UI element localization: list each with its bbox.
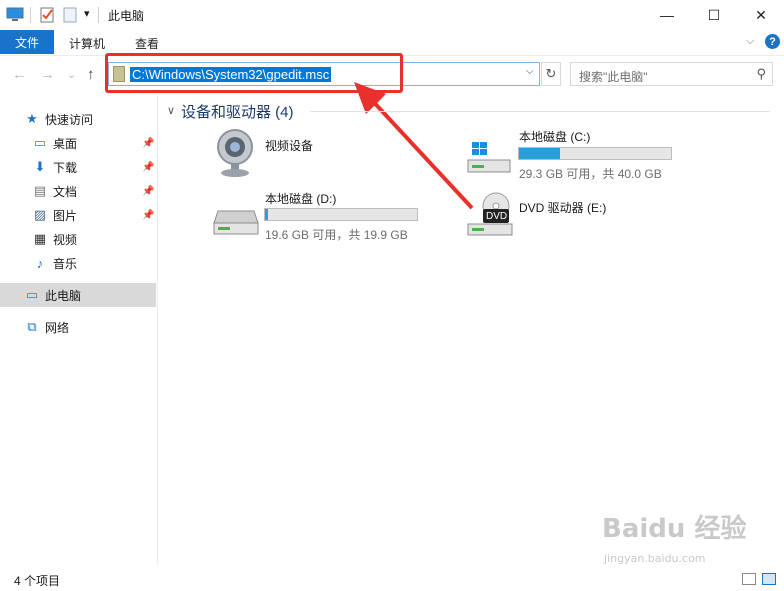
video-icon: ▦ [33,231,47,246]
sidebar-item-this-pc[interactable]: ▭ 此电脑 [0,283,156,307]
group-divider [310,111,770,112]
ribbon-tabs: 文件 计算机 查看 ⌵ ? [0,30,784,54]
device-disk-d[interactable]: 本地磁盘 (D:) 19.6 GB 可用，共 19.9 GB [212,189,432,244]
desktop-icon: ▭ [33,135,47,150]
device-name: 视频设备 [265,139,314,153]
device-disk-c[interactable]: 本地磁盘 (C:) 29.3 GB 可用，共 40.0 GB [466,128,686,183]
status-bar: 4 个项目 [0,566,784,591]
disk-usage-fill [519,148,561,159]
disk-usage-bar [518,147,672,160]
group-heading[interactable]: 设备和驱动器 (4) [181,101,294,122]
sidebar-item-desktop[interactable]: ▭ 桌面 📌 [0,131,156,155]
computer-icon: ▭ [25,287,39,302]
close-button[interactable]: ✕ [738,0,784,30]
search-input[interactable]: 搜索"此电脑" [579,68,648,85]
pin-icon[interactable]: 📌 [142,210,154,221]
window-title: 此电脑 [108,9,145,23]
sidebar-item-label: 网络 [45,320,70,335]
up-icon[interactable]: ↑ [87,66,95,83]
toolbar-separator [98,7,99,23]
back-icon[interactable]: ← [12,66,27,83]
star-icon: ★ [26,111,38,126]
download-icon: ⬇ [34,159,46,174]
sidebar-item-quick-access[interactable]: ★ 快速访问 [0,107,156,131]
sidebar-item-label: 快速访问 [45,112,94,127]
system-drive-icon [467,142,511,173]
disk-usage-bar [264,208,418,221]
sidebar-item-label: 文档 [53,184,78,199]
sidebar-item-network[interactable]: ⧉ 网络 [0,315,156,339]
sidebar-item-label: 桌面 [53,136,78,151]
title-bar: ▾ 此电脑 — ☐ ✕ [0,0,784,30]
tab-view[interactable]: 查看 [135,35,159,52]
disk-usage-fill [265,209,269,220]
computer-icon[interactable] [6,6,24,23]
music-icon: ♪ [36,255,44,271]
device-name: 本地磁盘 (D:) [265,192,337,206]
refresh-button[interactable]: ↻ [541,62,561,86]
sidebar-item-label: 音乐 [53,256,78,271]
toolbar-separator [30,7,31,23]
customize-toolbar-icon[interactable]: ▾ [84,7,90,24]
navigation-pane: ★ 快速访问 ▭ 桌面 📌 ⬇ 下载 📌 ▤ 文档 📌 ▨ 图片 📌 ▦ 视频 … [0,95,158,565]
item-count: 4 个项目 [14,574,61,588]
recent-locations-icon[interactable]: ⌄ [67,68,76,81]
tab-computer[interactable]: 计算机 [69,35,105,52]
sidebar-item-label: 下载 [53,160,78,175]
details-view-icon[interactable] [742,573,756,585]
picture-icon: ▨ [33,207,47,222]
watermark-logo: Baidu 经验 [602,514,747,544]
forward-icon[interactable]: → [40,66,55,83]
disk-free-space: 29.3 GB 可用，共 40.0 GB [519,167,662,181]
maximize-button[interactable]: ☐ [691,0,737,30]
device-name: DVD 驱动器 (E:) [519,201,607,215]
pin-icon[interactable]: 📌 [142,138,154,149]
device-dvd[interactable]: DVD DVD 驱动器 (E:) [466,192,666,244]
help-icon[interactable]: ? [765,34,780,49]
watermark-url: jingyan.baidu.com [604,552,706,565]
large-icons-view-icon[interactable] [762,573,776,585]
device-video[interactable]: 视频设备 [214,127,414,179]
webcam-icon [217,129,253,177]
pin-icon[interactable]: 📌 [142,162,154,173]
minimize-button[interactable]: — [644,0,690,30]
collapse-group-icon[interactable]: ∨ [167,104,175,117]
sidebar-item-label: 视频 [53,232,78,247]
device-name: 本地磁盘 (C:) [519,130,591,144]
sidebar-item-label: 此电脑 [45,288,82,303]
sidebar-item-music[interactable]: ♪ 音乐 [0,251,156,275]
sidebar-item-downloads[interactable]: ⬇ 下载 📌 [0,155,156,179]
pin-icon[interactable]: 📌 [142,186,154,197]
document-icon: ▤ [33,183,47,198]
ribbon-expand-icon[interactable]: ⌵ [746,35,754,48]
new-folder-icon[interactable] [62,6,78,23]
properties-icon[interactable] [39,6,55,23]
sidebar-item-videos[interactable]: ▦ 视频 [0,227,156,251]
dvd-badge: DVD [486,211,508,222]
search-box[interactable]: 搜索"此电脑" ⚲ [570,62,773,86]
search-icon[interactable]: ⚲ [756,66,766,82]
sidebar-item-label: 图片 [53,208,78,223]
address-dropdown-icon[interactable]: ⌵ [526,66,534,77]
disk-free-space: 19.6 GB 可用，共 19.9 GB [265,228,408,242]
sidebar-item-pictures[interactable]: ▨ 图片 📌 [0,203,156,227]
drive-icon [213,210,259,235]
network-icon: ⧉ [27,319,37,334]
tab-file[interactable]: 文件 [0,30,54,54]
sidebar-item-documents[interactable]: ▤ 文档 📌 [0,179,156,203]
